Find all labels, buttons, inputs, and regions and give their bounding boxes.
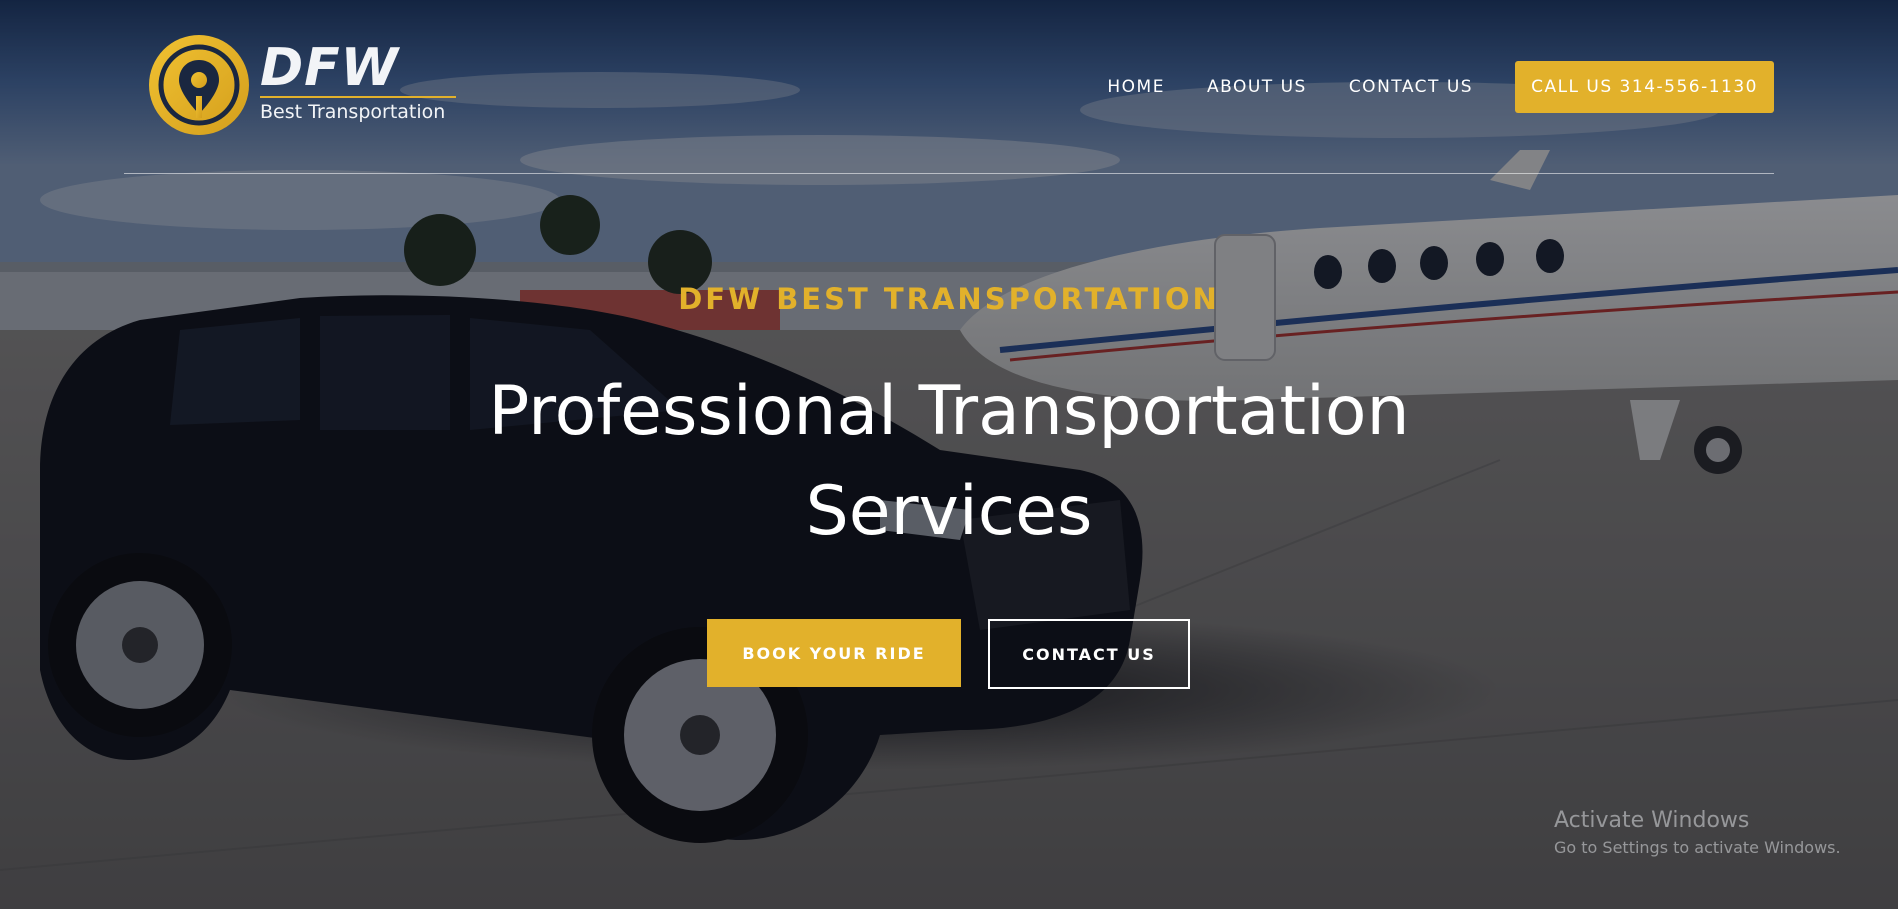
nav-home-link[interactable]: HOME [1107,77,1165,97]
site-logo[interactable]: DFW Best Transportation [148,34,456,136]
hero-section: DFW Best Transportation HOME ABOUT US CO… [0,0,1898,909]
logo-divider [260,95,456,98]
site-header: DFW Best Transportation HOME ABOUT US CO… [124,34,1774,138]
header-divider [124,173,1774,174]
location-pin-icon [149,35,249,135]
hero-headline: Professional Transportation Services [488,372,1410,551]
watermark-title: Activate Windows [1554,808,1750,833]
hero-eyebrow: DFW BEST TRANSPORTATION [678,282,1220,316]
hero-cta-row: BOOK YOUR RIDE CONTACT US [707,619,1190,689]
nav-contact-link[interactable]: CONTACT US [1349,77,1473,97]
contact-us-button[interactable]: CONTACT US [988,619,1190,689]
logo-brand-name: DFW [260,37,400,98]
nav-about-link[interactable]: ABOUT US [1207,77,1307,97]
book-your-ride-button[interactable]: BOOK YOUR RIDE [707,619,961,687]
call-us-button[interactable]: CALL US 314-556-1130 [1515,61,1774,113]
watermark-subtitle: Go to Settings to activate Windows. [1554,838,1841,857]
logo-tagline: Best Transportation [260,100,446,123]
main-nav: HOME ABOUT US CONTACT US CALL US 314-556… [1107,61,1774,113]
windows-activation-watermark: Activate Windows Go to Settings to activ… [1554,806,1841,860]
